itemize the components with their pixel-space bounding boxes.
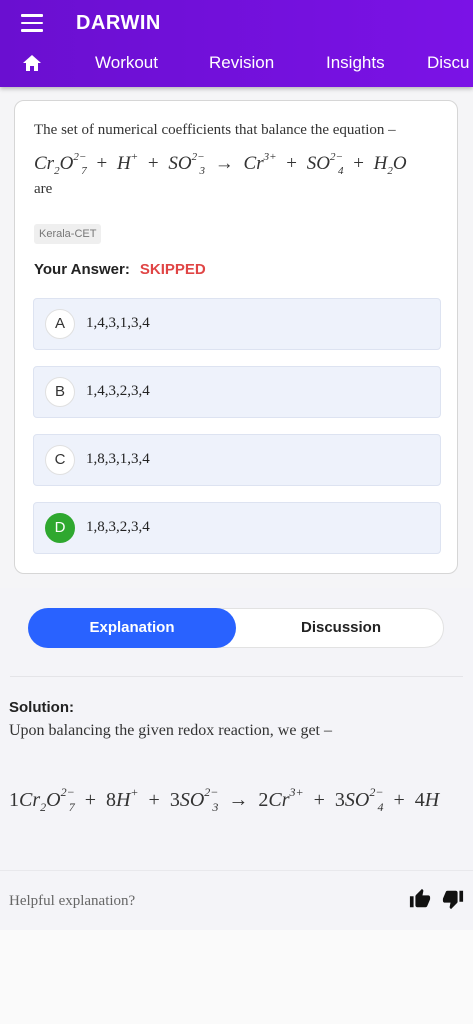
solution-title: Solution: <box>9 699 74 716</box>
option-letter: B <box>45 377 75 407</box>
tab-insights[interactable]: Insights <box>326 53 385 73</box>
home-icon[interactable] <box>22 54 42 72</box>
explanation-tab[interactable]: Explanation <box>28 608 236 648</box>
option-letter: C <box>45 445 75 475</box>
option-b[interactable]: B 1,4,3,2,3,4 <box>33 366 441 418</box>
thumbs-down-icon[interactable] <box>442 888 464 910</box>
tab-workout[interactable]: Workout <box>95 53 158 73</box>
divider <box>10 676 463 677</box>
option-a[interactable]: A 1,4,3,1,3,4 <box>33 298 441 350</box>
option-letter-correct: D <box>45 513 75 543</box>
option-text: 1,8,3,2,3,4 <box>86 519 150 535</box>
tab-revision[interactable]: Revision <box>209 53 274 73</box>
option-text: 1,4,3,2,3,4 <box>86 383 150 399</box>
app-title: DARWIN <box>76 12 161 34</box>
answer-label: Your Answer: <box>34 261 130 278</box>
nav-bar: Workout Revision Insights Discu <box>0 50 473 78</box>
question-suffix: are <box>34 181 53 197</box>
helpful-prompt: Helpful explanation? <box>9 893 136 909</box>
question-card: The set of numerical coefficients that b… <box>14 100 458 574</box>
answer-status: SKIPPED <box>139 261 206 278</box>
divider <box>0 870 473 871</box>
explanation-section: Explanation Discussion Solution: Upon ba… <box>0 588 473 930</box>
bottom-area <box>0 930 473 1024</box>
source-tag: Kerala-CET <box>34 224 102 244</box>
option-letter: A <box>45 309 75 339</box>
option-c[interactable]: C 1,8,3,1,3,4 <box>33 434 441 486</box>
question-text: The set of numerical coefficients that b… <box>34 122 396 138</box>
solution-equation: 1Cr2O2−7 + 8H+ + 3SO2−3 → 2Cr3+ + 3SO2−4… <box>9 785 440 814</box>
option-text: 1,4,3,1,3,4 <box>86 315 150 331</box>
thumbs-up-icon[interactable] <box>409 888 431 910</box>
hamburger-menu-icon[interactable] <box>21 14 43 32</box>
question-equation: Cr2O2−7 + H+ + SO2−3 → Cr3+ + SO2−4 + H2… <box>34 151 407 177</box>
explanation-discussion-toggle: Explanation Discussion <box>28 608 444 648</box>
option-d[interactable]: D 1,8,3,2,3,4 <box>33 502 441 554</box>
app-header: DARWIN Workout Revision Insights Discu <box>0 0 473 87</box>
your-answer-row: Your Answer: SKIPPED <box>34 261 206 278</box>
solution-text: Upon balancing the given redox reaction,… <box>9 722 332 739</box>
discussion-tab[interactable]: Discussion <box>237 608 445 648</box>
option-text: 1,8,3,1,3,4 <box>86 451 150 467</box>
tab-discussion[interactable]: Discu <box>427 53 470 73</box>
